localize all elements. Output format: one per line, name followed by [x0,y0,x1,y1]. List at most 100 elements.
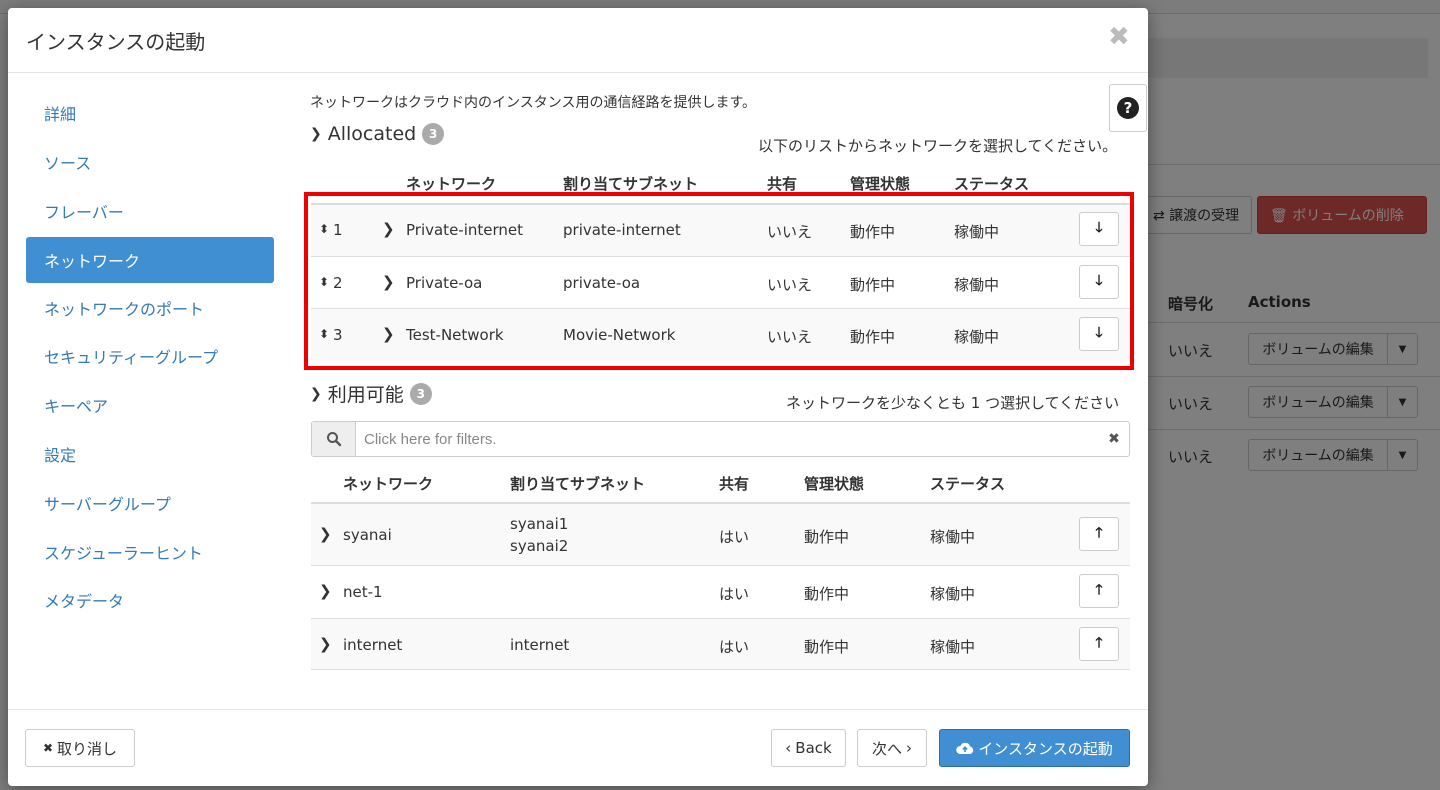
next-button[interactable]: 次へ › [857,729,927,767]
chevron-right-icon[interactable]: ❯ [382,325,395,343]
cancel-button[interactable]: ✖ 取り消し [25,729,135,767]
allocated-shared: いいえ [767,328,813,346]
chevron-left-icon: ‹ [785,739,792,757]
sidebar-item-security-groups[interactable]: セキュリティーグループ [26,333,274,379]
available-admin-state: 動作中 [804,528,850,546]
allocated-subnet: Movie-Network [563,326,676,344]
available-network-name: syanai [343,526,392,544]
available-header-network[interactable]: ネットワーク [343,473,433,494]
chevron-right-icon[interactable]: ❯ [382,273,395,291]
sidebar-item-key-pair[interactable]: キーペア [26,382,274,428]
sort-handle-icon[interactable]: ⬍ [319,327,329,341]
allocated-header-network[interactable]: ネットワーク [406,173,496,194]
available-subnet: syanai2 [510,537,569,555]
allocated-network-name: Private-oa [406,274,483,292]
available-header-shared[interactable]: 共有 [719,473,749,494]
allocate-button[interactable]: 🡑 [1079,627,1119,661]
available-header-subnet[interactable]: 割り当てサブネット [510,473,645,494]
available-count-badge: 3 [409,382,432,405]
available-subnet: syanai1 [510,515,569,533]
back-label: Back [795,739,832,757]
allocated-admin-state: 動作中 [850,328,896,346]
available-network-name: net-1 [343,583,383,601]
available-network-name: internet [343,636,403,654]
allocate-button[interactable]: 🡑 [1079,517,1119,551]
sidebar-item-scheduler-hints[interactable]: スケジューラーヒント [26,529,274,575]
allocated-count-badge: 3 [422,123,445,145]
allocated-section-title: Allocated [327,123,417,145]
arrow-up-icon: 🡑 [1095,525,1103,541]
chevron-down-icon: ❯ [310,385,322,402]
sidebar-item-label: ネットワーク [44,252,141,271]
sidebar-item-label: 設定 [44,446,77,465]
available-shared: はい [719,528,750,546]
sidebar-item-label: キーペア [44,397,109,416]
chevron-right-icon[interactable]: ❯ [382,220,395,238]
allocated-header-shared[interactable]: 共有 [767,173,797,194]
sidebar-item-network-ports[interactable]: ネットワークのポート [26,285,274,331]
available-section-toggle[interactable]: ❯ 利用可能 3 [310,380,432,407]
sidebar-item-label: フレーバー [44,203,124,222]
allocated-status: 稼働中 [954,276,1000,294]
arrow-down-icon: 🡓 [1095,325,1103,341]
allocated-subnet: private-internet [563,221,681,239]
allocated-header-status[interactable]: ステータス [954,173,1029,194]
arrow-up-icon: 🡑 [1095,635,1103,651]
chevron-right-icon[interactable]: ❯ [319,525,332,543]
sort-handle-icon[interactable]: ⬍ [319,222,329,236]
allocated-order: 2 [333,274,343,292]
sidebar-item-label: ソース [44,154,92,173]
sidebar-item-configuration[interactable]: 設定 [26,431,274,477]
deallocate-button[interactable]: 🡓 [1079,265,1119,299]
launch-label: インスタンスの起動 [978,739,1113,758]
sidebar-item-networks[interactable]: ネットワーク [26,237,274,283]
allocate-button[interactable]: 🡑 [1079,574,1119,608]
allocated-header-subnet[interactable]: 割り当てサブネット [563,173,698,194]
available-admin-state: 動作中 [804,585,850,603]
available-status: 稼働中 [930,638,976,656]
close-icon[interactable]: ✖ [1108,22,1130,52]
sidebar-item-details[interactable]: 詳細 [26,90,274,136]
chevron-right-icon[interactable]: ❯ [319,582,332,600]
available-status: 稼働中 [930,528,976,546]
sidebar-item-server-groups[interactable]: サーバーグループ [26,480,274,526]
allocated-admin-state: 動作中 [850,276,896,294]
available-header-admin-state[interactable]: 管理状態 [804,473,864,494]
chevron-right-icon[interactable]: ❯ [319,635,332,653]
allocated-subnet: private-oa [563,274,641,292]
launch-instance-button[interactable]: インスタンスの起動 [939,729,1130,767]
sidebar-item-source[interactable]: ソース [26,139,274,185]
allocated-admin-state: 動作中 [850,223,896,241]
allocated-shared: いいえ [767,276,813,294]
allocated-status: 稼働中 [954,223,1000,241]
allocated-section-toggle[interactable]: ❯ Allocated 3 [310,123,445,145]
sidebar-item-label: メタデータ [44,592,125,611]
help-button[interactable]: ? [1109,84,1147,132]
sidebar-item-label: ネットワークのポート [44,300,205,319]
sidebar-item-flavor[interactable]: フレーバー [26,188,274,234]
allocated-network-name: Test-Network [406,326,504,344]
allocated-header-admin-state[interactable]: 管理状態 [850,173,910,194]
clear-filter-icon[interactable]: ✖ [1099,422,1129,456]
back-button[interactable]: ‹ Back [771,729,846,767]
filter-input[interactable] [356,422,1099,456]
sidebar-item-label: サーバーグループ [44,495,171,514]
available-shared: はい [719,585,750,603]
sidebar-item-metadata[interactable]: メタデータ [26,577,274,623]
filter-bar[interactable]: ✖ [311,421,1130,457]
deallocate-button[interactable]: 🡓 [1079,212,1119,246]
available-header-status[interactable]: ステータス [930,473,1005,494]
sort-handle-icon[interactable]: ⬍ [319,275,329,289]
next-label: 次へ [871,739,902,758]
sidebar-item-label: 詳細 [44,105,77,124]
available-section-title: 利用可能 [327,384,404,406]
available-subnet: internet [510,636,570,654]
sidebar-item-label: セキュリティーグループ [44,348,219,367]
available-shared: はい [719,638,750,656]
cloud-upload-icon [956,742,974,754]
close-icon: ✖ [42,741,54,755]
chevron-right-icon: › [906,739,912,757]
arrow-down-icon: 🡓 [1095,220,1103,236]
deallocate-button[interactable]: 🡓 [1079,317,1119,351]
sidebar-item-label: スケジューラーヒント [44,544,203,563]
